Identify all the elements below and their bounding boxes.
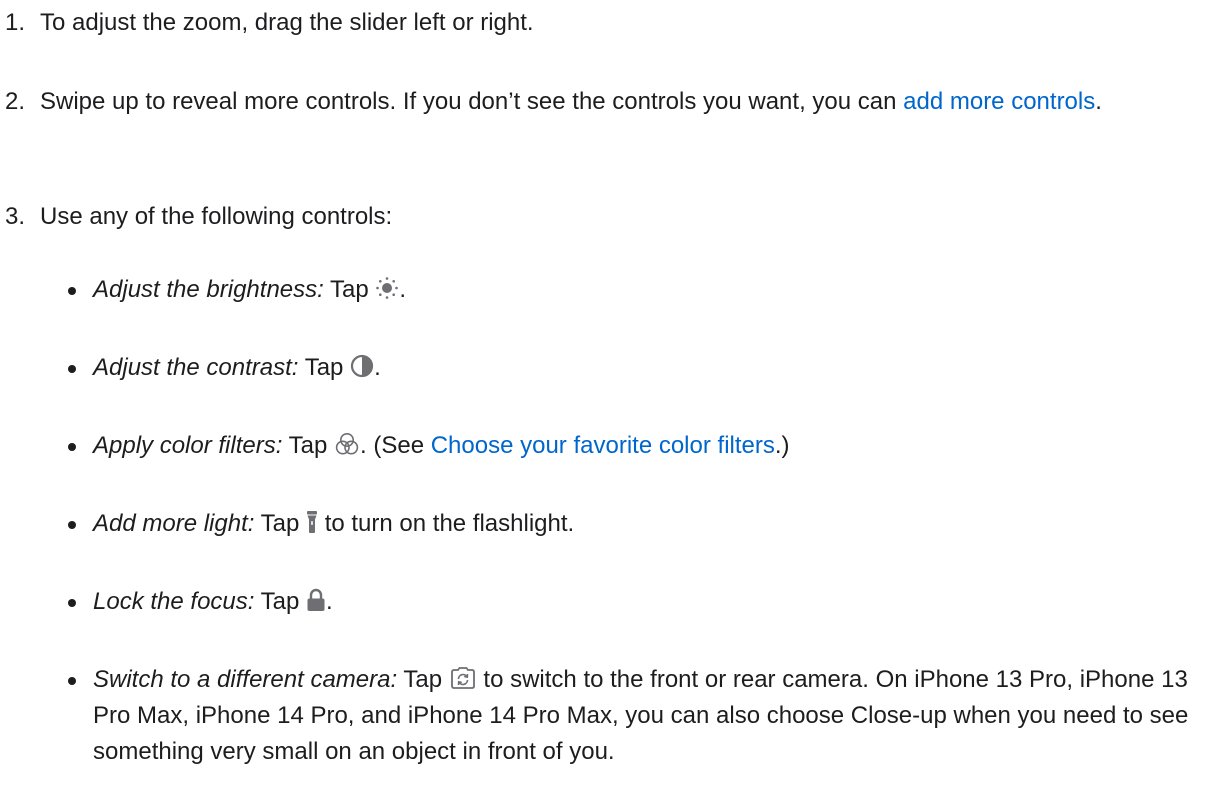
step-text-end: .	[1095, 88, 1102, 115]
control-after-text: .	[326, 588, 333, 615]
brightness-icon	[375, 276, 399, 300]
control-text: Adjust the brightness: Tap .	[93, 272, 1216, 308]
control-after-text: to turn on the flashlight.	[318, 510, 575, 537]
tap-text: Tap	[254, 588, 307, 615]
color-filters-icon	[334, 432, 360, 456]
step-text: Swipe up to reveal more controls. If you…	[40, 84, 1216, 120]
add-more-controls-link[interactable]: add more controls	[903, 88, 1095, 115]
bullet	[68, 521, 76, 529]
switch-camera-icon	[449, 666, 477, 690]
control-text: Add more light: Tap to turn on the flash…	[93, 506, 1216, 542]
control-after-text: .	[374, 354, 381, 381]
step-text: Use any of the following controls:	[40, 203, 393, 230]
tap-text: Tap	[397, 666, 449, 693]
step-number: 1.	[5, 9, 26, 36]
step-number: 2.	[5, 88, 26, 115]
bullet	[68, 287, 76, 295]
control-text: Switch to a different camera: Tap to swi…	[93, 662, 1216, 770]
control-after-link-text: .)	[774, 432, 790, 459]
control-label: Switch to a different camera:	[93, 666, 398, 693]
control-text: Apply color filters: Tap . (See Choose y…	[93, 428, 1216, 464]
color-filters-link[interactable]: Choose your favorite color filters	[431, 432, 775, 459]
control-after-text: . (See	[360, 432, 431, 459]
bullet	[68, 599, 76, 607]
control-label: Lock the focus:	[93, 588, 255, 615]
flashlight-icon	[306, 510, 318, 534]
tap-text: Tap	[298, 354, 351, 381]
control-label: Adjust the brightness:	[93, 276, 324, 303]
control-label: Adjust the contrast:	[93, 354, 299, 381]
bullet	[68, 443, 76, 451]
tap-text: Tap	[323, 276, 376, 303]
control-text: Adjust the contrast: Tap .	[93, 350, 1216, 386]
bullet	[68, 365, 76, 373]
control-after-text: .	[399, 276, 407, 303]
bullet	[68, 677, 76, 685]
lock-icon	[306, 588, 326, 612]
control-label: Add more light:	[93, 510, 255, 537]
contrast-icon	[350, 354, 374, 378]
tap-text: Tap	[254, 510, 307, 537]
step-text: To adjust the zoom, drag the slider left…	[40, 9, 534, 36]
step-text-start: Swipe up to reveal more controls. If you…	[40, 88, 904, 115]
control-text: Lock the focus: Tap .	[93, 584, 1216, 620]
control-label: Apply color filters:	[93, 432, 283, 459]
instructions-page: 1. To adjust the zoom, drag the slider l…	[0, 0, 1220, 811]
step-number: 3.	[5, 203, 26, 230]
tap-text: Tap	[282, 432, 335, 459]
